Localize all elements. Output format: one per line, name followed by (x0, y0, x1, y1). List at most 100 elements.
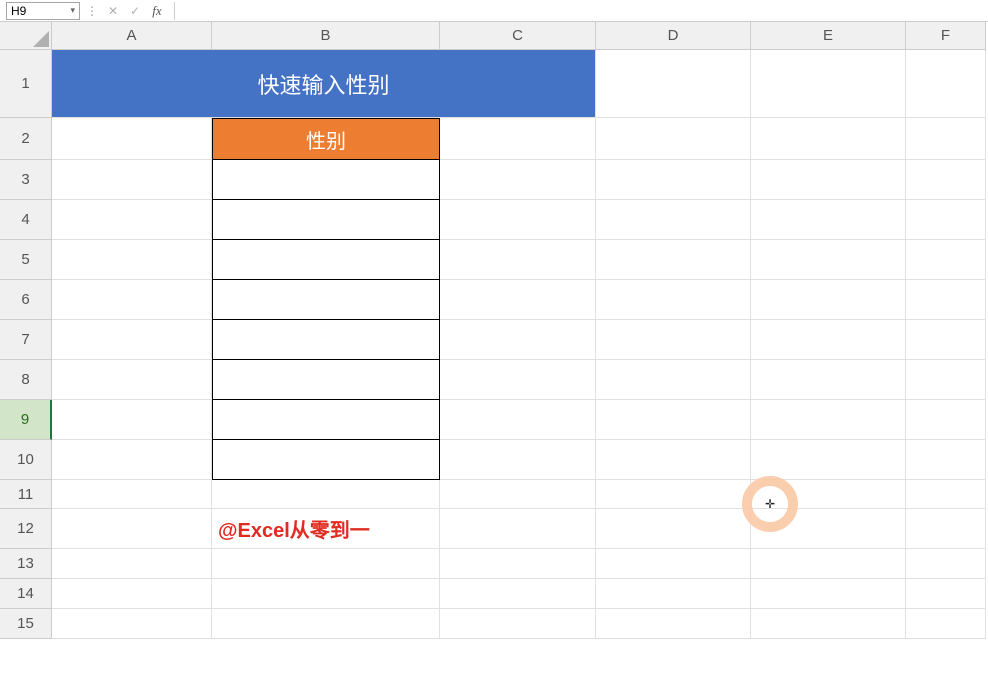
cell-C12[interactable] (440, 509, 596, 549)
cell-A2[interactable] (52, 118, 212, 160)
cell-E14[interactable] (751, 579, 906, 609)
row-header-10[interactable]: 10 (0, 440, 52, 480)
fx-button[interactable]: fx (148, 2, 166, 20)
cell-E2[interactable] (751, 118, 906, 160)
title-cell[interactable]: 快速输入性别 (52, 50, 596, 118)
cell-F5[interactable] (906, 240, 986, 280)
cell-E8[interactable] (751, 360, 906, 400)
cell-F14[interactable] (906, 579, 986, 609)
cell-C5[interactable] (440, 240, 596, 280)
cell-D12[interactable] (596, 509, 751, 549)
cell-F6[interactable] (906, 280, 986, 320)
cell-D3[interactable] (596, 160, 751, 200)
cell-A13[interactable] (52, 549, 212, 579)
cell-B4[interactable] (212, 200, 440, 240)
cell-A6[interactable] (52, 280, 212, 320)
cell-F2[interactable] (906, 118, 986, 160)
cell-D8[interactable] (596, 360, 751, 400)
cell-E15[interactable] (751, 609, 906, 639)
cell-D15[interactable] (596, 609, 751, 639)
row-header-11[interactable]: 11 (0, 480, 52, 509)
cell-C10[interactable] (440, 440, 596, 480)
cell-E6[interactable] (751, 280, 906, 320)
spreadsheet-grid[interactable]: A B C D E F 1 快速输入性别 2 性别 3 4 5 6 7 8 (0, 22, 988, 639)
row-header-13[interactable]: 13 (0, 549, 52, 579)
cell-B8[interactable] (212, 360, 440, 400)
cell-A10[interactable] (52, 440, 212, 480)
row-header-14[interactable]: 14 (0, 579, 52, 609)
cell-D2[interactable] (596, 118, 751, 160)
cell-A7[interactable] (52, 320, 212, 360)
cell-B11[interactable] (212, 480, 440, 509)
cell-A4[interactable] (52, 200, 212, 240)
cell-D4[interactable] (596, 200, 751, 240)
cell-B15[interactable] (212, 609, 440, 639)
cell-F8[interactable] (906, 360, 986, 400)
cell-F10[interactable] (906, 440, 986, 480)
cell-E11[interactable] (751, 480, 906, 509)
cell-C13[interactable] (440, 549, 596, 579)
row-header-2[interactable]: 2 (0, 118, 52, 160)
cell-F15[interactable] (906, 609, 986, 639)
cell-F9[interactable] (906, 400, 986, 440)
cell-E5[interactable] (751, 240, 906, 280)
cancel-button[interactable]: ✕ (104, 2, 122, 20)
row-header-7[interactable]: 7 (0, 320, 52, 360)
cell-E9[interactable] (751, 400, 906, 440)
cell-F7[interactable] (906, 320, 986, 360)
col-header-D[interactable]: D (596, 22, 751, 50)
cell-B3[interactable] (212, 160, 440, 200)
cell-B7[interactable] (212, 320, 440, 360)
row-header-8[interactable]: 8 (0, 360, 52, 400)
row-header-3[interactable]: 3 (0, 160, 52, 200)
cell-D7[interactable] (596, 320, 751, 360)
row-header-6[interactable]: 6 (0, 280, 52, 320)
row-header-4[interactable]: 4 (0, 200, 52, 240)
cell-F13[interactable] (906, 549, 986, 579)
cell-A9[interactable] (52, 400, 212, 440)
cell-D5[interactable] (596, 240, 751, 280)
row-header-9[interactable]: 9 (0, 400, 52, 440)
cell-A5[interactable] (52, 240, 212, 280)
col-header-F[interactable]: F (906, 22, 986, 50)
name-box-dropdown-icon[interactable]: ▾ (70, 5, 75, 16)
cell-A11[interactable] (52, 480, 212, 509)
cell-D11[interactable] (596, 480, 751, 509)
cell-B5[interactable] (212, 240, 440, 280)
cell-E13[interactable] (751, 549, 906, 579)
row-header-15[interactable]: 15 (0, 609, 52, 639)
col-header-C[interactable]: C (440, 22, 596, 50)
cell-D14[interactable] (596, 579, 751, 609)
cell-D9[interactable] (596, 400, 751, 440)
cell-C11[interactable] (440, 480, 596, 509)
cell-F3[interactable] (906, 160, 986, 200)
gender-header-cell[interactable]: 性别 (212, 118, 440, 160)
cell-B14[interactable] (212, 579, 440, 609)
cell-A15[interactable] (52, 609, 212, 639)
cell-A12[interactable] (52, 509, 212, 549)
cell-C14[interactable] (440, 579, 596, 609)
cell-C8[interactable] (440, 360, 596, 400)
cell-E10[interactable] (751, 440, 906, 480)
cell-B13[interactable] (212, 549, 440, 579)
cell-C7[interactable] (440, 320, 596, 360)
row-header-12[interactable]: 12 (0, 509, 52, 549)
row-header-1[interactable]: 1 (0, 50, 52, 118)
cell-D6[interactable] (596, 280, 751, 320)
cell-F1[interactable] (906, 50, 986, 118)
cell-C3[interactable] (440, 160, 596, 200)
cell-C4[interactable] (440, 200, 596, 240)
select-all-corner[interactable] (0, 22, 52, 50)
cell-A8[interactable] (52, 360, 212, 400)
col-header-B[interactable]: B (212, 22, 440, 50)
cell-F11[interactable] (906, 480, 986, 509)
col-header-E[interactable]: E (751, 22, 906, 50)
cell-B6[interactable] (212, 280, 440, 320)
formula-input[interactable] (174, 2, 988, 20)
cell-A14[interactable] (52, 579, 212, 609)
cell-A3[interactable] (52, 160, 212, 200)
watermark-cell[interactable]: @Excel从零到一 (212, 509, 440, 549)
name-box[interactable]: H9 ▾ (6, 2, 80, 20)
cell-F12[interactable] (906, 509, 986, 549)
cell-E12[interactable] (751, 509, 906, 549)
